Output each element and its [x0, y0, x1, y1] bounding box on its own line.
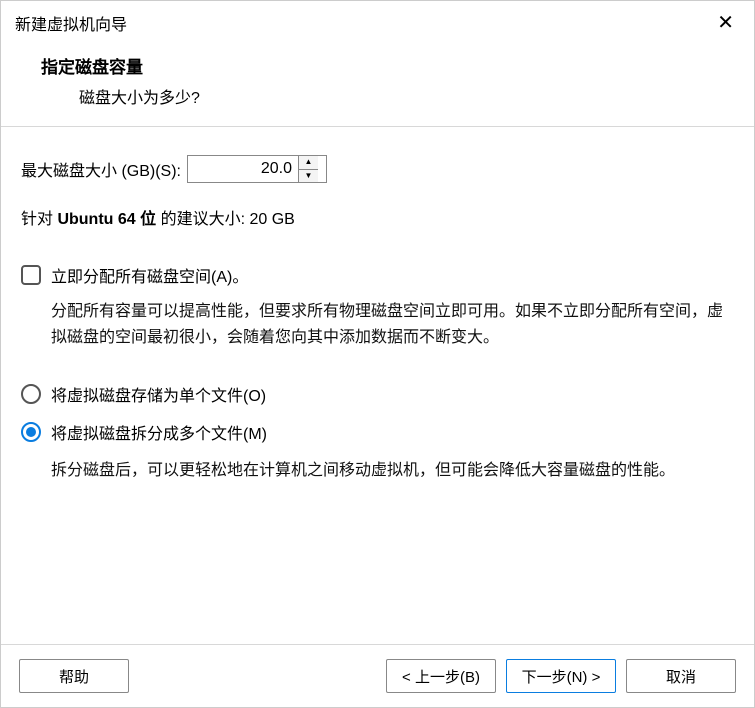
page-title: 指定磁盘容量 — [41, 53, 740, 78]
single-file-radio[interactable] — [21, 384, 41, 404]
wizard-window: 新建虚拟机向导 ✕ 指定磁盘容量 磁盘大小为多少? 最大磁盘大小 (GB)(S)… — [0, 0, 755, 708]
split-file-radio-row[interactable]: 将虚拟磁盘拆分成多个文件(M) — [21, 420, 734, 444]
single-file-label: 将虚拟磁盘存储为单个文件(O) — [51, 382, 266, 406]
next-button[interactable]: 下一步(N) > — [506, 659, 616, 693]
allocate-now-description: 分配所有容量可以提高性能，但要求所有物理磁盘空间立即可用。如果不立即分配所有空间… — [51, 299, 734, 352]
close-icon: ✕ — [717, 12, 734, 34]
back-button[interactable]: < 上一步(B) — [386, 659, 496, 693]
single-file-radio-row[interactable]: 将虚拟磁盘存储为单个文件(O) — [21, 382, 734, 406]
help-button[interactable]: 帮助 — [19, 659, 129, 693]
rec-value: 20 GB — [249, 211, 294, 228]
disk-size-spinner: ▲ ▼ — [187, 155, 327, 183]
disk-size-row: 最大磁盘大小 (GB)(S): ▲ ▼ — [21, 155, 734, 183]
recommended-size-text: 针对 Ubuntu 64 位 的建议大小: 20 GB — [21, 205, 734, 229]
disk-size-label: 最大磁盘大小 (GB)(S): — [21, 157, 181, 181]
chevron-up-icon: ▲ — [305, 158, 313, 166]
window-title: 新建虚拟机向导 — [15, 11, 127, 35]
split-file-description: 拆分磁盘后，可以更轻松地在计算机之间移动虚拟机，但可能会降低大容量磁盘的性能。 — [51, 458, 734, 484]
disk-size-input[interactable] — [188, 156, 298, 182]
rec-os: Ubuntu 64 位 — [57, 211, 156, 228]
spinner-up-button[interactable]: ▲ — [299, 156, 318, 170]
allocate-now-checkbox-row[interactable]: 立即分配所有磁盘空间(A)。 — [21, 263, 734, 287]
wizard-header: 指定磁盘容量 磁盘大小为多少? — [1, 43, 754, 127]
split-file-label: 将虚拟磁盘拆分成多个文件(M) — [51, 420, 267, 444]
close-button[interactable]: ✕ — [711, 9, 740, 37]
allocate-now-label: 立即分配所有磁盘空间(A)。 — [51, 263, 248, 287]
wizard-content: 最大磁盘大小 (GB)(S): ▲ ▼ 针对 Ubuntu 64 位 的建议大小… — [1, 127, 754, 644]
rec-prefix: 针对 — [21, 211, 57, 228]
spinner-down-button[interactable]: ▼ — [299, 170, 318, 183]
cancel-button[interactable]: 取消 — [626, 659, 736, 693]
split-file-radio[interactable] — [21, 422, 41, 442]
titlebar: 新建虚拟机向导 ✕ — [1, 1, 754, 43]
rec-mid: 的建议大小: — [156, 211, 249, 228]
wizard-footer: 帮助 < 上一步(B) 下一步(N) > 取消 — [1, 644, 754, 707]
page-subtitle: 磁盘大小为多少? — [41, 84, 740, 108]
allocate-now-checkbox[interactable] — [21, 265, 41, 285]
chevron-down-icon: ▼ — [305, 172, 313, 180]
spinner-buttons: ▲ ▼ — [298, 156, 318, 182]
